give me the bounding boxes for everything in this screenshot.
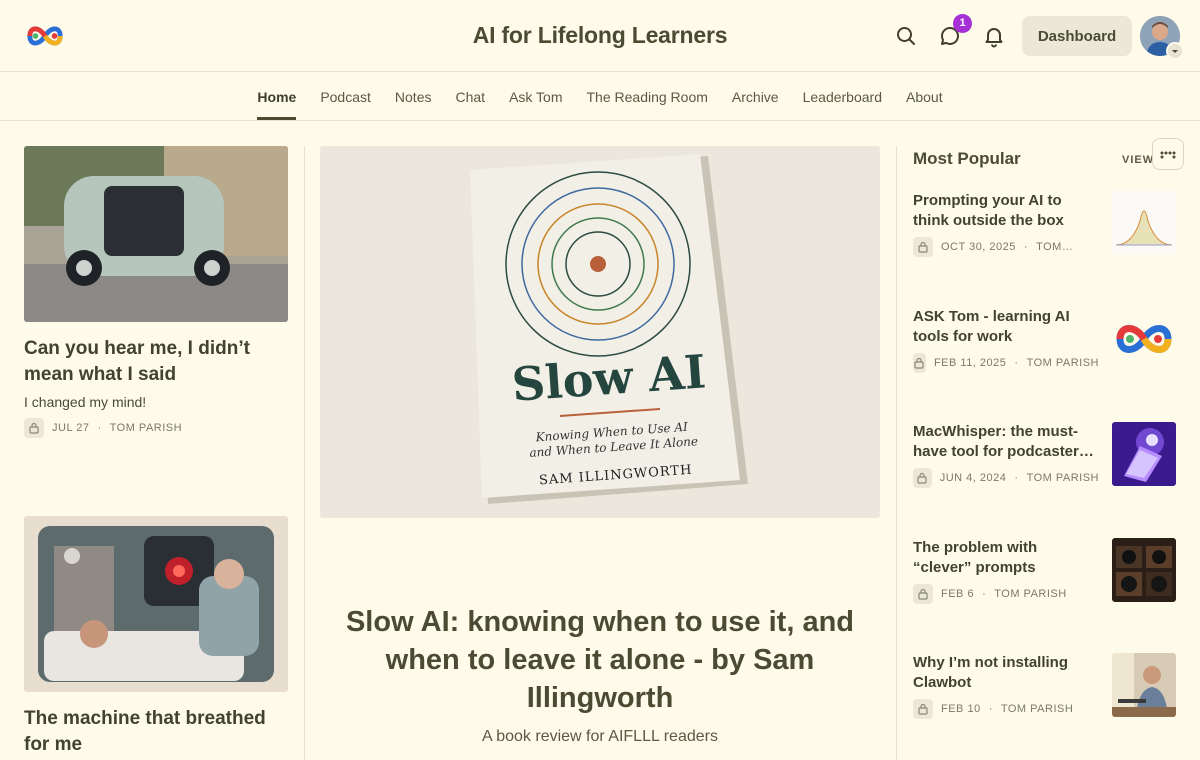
- nav-item-notes[interactable]: Notes: [395, 73, 432, 120]
- popular-item-author[interactable]: TOM PARISH: [1027, 472, 1099, 484]
- featured-subtitle: A book review for AIFLLL readers: [482, 728, 718, 745]
- popular-item-thumb[interactable]: [1112, 191, 1176, 255]
- popular-item-meta: OCT 30, 2025 · TOM…: [913, 237, 1099, 257]
- popular-item-author[interactable]: TOM PARISH: [1001, 703, 1073, 715]
- featured-image[interactable]: Slow AI Knowing When to Use AI and When …: [320, 146, 880, 518]
- book-cover-illustration: Slow AI Knowing When to Use AI and When …: [320, 146, 880, 518]
- account-menu-chevron[interactable]: [1166, 42, 1184, 60]
- column-divider: [896, 146, 897, 760]
- popular-item-meta: FEB 6 · TOM PARISH: [913, 584, 1099, 604]
- post-image[interactable]: [24, 516, 288, 692]
- nav-item-archive[interactable]: Archive: [732, 73, 779, 120]
- popular-item[interactable]: Why I’m not installing Clawbot FEB 10 · …: [913, 653, 1177, 725]
- popular-item-date: JUN 4, 2024: [939, 472, 1007, 484]
- meta-separator: ·: [1014, 357, 1019, 369]
- man-at-laptop-thumb: [1112, 653, 1176, 717]
- popular-item-meta: JUN 4, 2024 · TOM PARISH: [913, 468, 1099, 488]
- post-meta: JUL 27 · TOM PARISH: [24, 418, 288, 438]
- nav-item-chat[interactable]: Chat: [455, 73, 485, 120]
- aifll-logo-thumb: [1112, 307, 1176, 371]
- popular-item-date: FEB 10: [941, 703, 981, 715]
- popular-item-meta: FEB 10 · TOM PARISH: [913, 699, 1099, 719]
- popular-item-author[interactable]: TOM…: [1036, 241, 1073, 253]
- chevron-down-icon: [1172, 50, 1178, 53]
- post-date: JUL 27: [52, 422, 90, 434]
- popular-item[interactable]: Prompting your AI to think outside the b…: [913, 191, 1177, 263]
- grid-view-button[interactable]: [1152, 138, 1184, 170]
- lock-icon: [913, 584, 933, 604]
- lock-icon: [913, 699, 933, 719]
- hospital-machine-illustration: [24, 516, 288, 692]
- top-header: AI for Lifelong Learners 1 Dashboard: [0, 0, 1200, 72]
- main-nav: Home Podcast Notes Chat Ask Tom The Read…: [0, 73, 1200, 121]
- popular-item-meta: FEB 11, 2025 · TOM PARISH: [913, 353, 1099, 373]
- popular-item-date: FEB 11, 2025: [933, 357, 1007, 369]
- notification-badge: 1: [953, 14, 972, 33]
- popular-item-title[interactable]: MacWhisper: the must-have tool for podca…: [913, 422, 1099, 462]
- lock-icon: [913, 353, 926, 373]
- popular-item-title[interactable]: ASK Tom - learning AI tools for work: [913, 307, 1099, 347]
- post-title[interactable]: Can you hear me, I didn’t mean what I sa…: [24, 336, 288, 388]
- bell-icon[interactable]: [982, 24, 1006, 48]
- popular-item-title[interactable]: The problem with “clever” prompts: [913, 538, 1099, 578]
- post-card[interactable]: The machine that breathed for me: [24, 516, 288, 758]
- popular-item-thumb[interactable]: [1112, 538, 1176, 602]
- popular-item-thumb[interactable]: [1112, 653, 1176, 717]
- autonomous-shuttle-photo: [24, 146, 288, 322]
- meta-separator: ·: [982, 588, 987, 600]
- post-card[interactable]: Can you hear me, I didn’t mean what I sa…: [24, 146, 288, 438]
- lock-icon: [24, 418, 44, 438]
- popular-item-date: OCT 30, 2025: [941, 241, 1016, 253]
- popular-item[interactable]: ASK Tom - learning AI tools for work FEB…: [913, 307, 1177, 379]
- popular-item-date: FEB 6: [941, 588, 975, 600]
- column-divider: [304, 146, 305, 760]
- popular-item-author[interactable]: TOM PARISH: [1027, 357, 1099, 369]
- popular-item-thumb[interactable]: [1112, 307, 1176, 371]
- site-title[interactable]: AI for Lifelong Learners: [0, 22, 1200, 49]
- popular-item[interactable]: The problem with “clever” prompts FEB 6 …: [913, 538, 1177, 610]
- nav-item-podcast[interactable]: Podcast: [320, 73, 371, 120]
- post-subtitle: I changed my mind!: [24, 394, 147, 410]
- popular-item-thumb[interactable]: [1112, 422, 1176, 486]
- search-icon[interactable]: [894, 24, 918, 48]
- nav-item-reading-room[interactable]: The Reading Room: [587, 73, 708, 120]
- featured-title[interactable]: Slow AI: knowing when to use it, and whe…: [320, 603, 880, 717]
- popular-item-title[interactable]: Why I’m not installing Clawbot: [913, 653, 1099, 693]
- post-image[interactable]: [24, 146, 288, 322]
- glowing-laptop-thumb: [1112, 422, 1176, 486]
- nav-item-ask-tom[interactable]: Ask Tom: [509, 73, 562, 120]
- dashboard-button[interactable]: Dashboard: [1022, 16, 1132, 56]
- nav-item-leaderboard[interactable]: Leaderboard: [803, 73, 882, 120]
- meta-separator: ·: [988, 703, 993, 715]
- popular-item-title[interactable]: Prompting your AI to think outside the b…: [913, 191, 1099, 231]
- popular-item[interactable]: MacWhisper: the must-have tool for podca…: [913, 422, 1177, 494]
- nav-item-home[interactable]: Home: [257, 73, 296, 120]
- bell-curve-chart-thumb: [1112, 191, 1176, 255]
- meta-separator: ·: [1014, 472, 1019, 484]
- dots-grid-icon: [1160, 151, 1176, 159]
- meta-separator: ·: [97, 422, 102, 434]
- most-popular-heading: Most Popular: [913, 149, 1021, 168]
- lock-icon: [913, 468, 932, 488]
- post-author[interactable]: TOM PARISH: [110, 422, 182, 434]
- popular-item-author[interactable]: TOM PARISH: [994, 588, 1066, 600]
- lock-icon: [913, 237, 933, 257]
- meta-separator: ·: [1023, 241, 1029, 253]
- post-title[interactable]: The machine that breathed for me: [24, 706, 288, 758]
- nav-item-about[interactable]: About: [906, 73, 943, 120]
- vintage-cameras-thumb: [1112, 538, 1176, 602]
